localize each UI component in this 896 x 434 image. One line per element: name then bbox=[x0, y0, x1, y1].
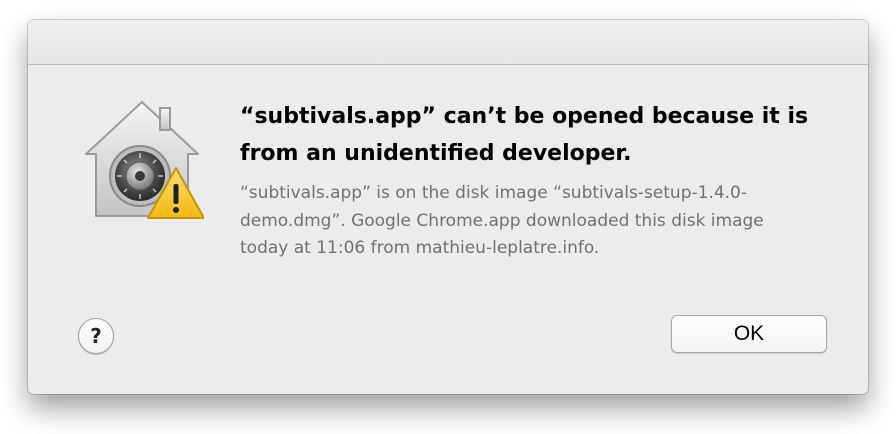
gatekeeper-icon bbox=[80, 98, 205, 222]
ok-button[interactable]: OK bbox=[671, 315, 827, 353]
alert-dialog: “subtivals.app” can’t be opened because … bbox=[28, 20, 868, 394]
help-button[interactable]: ? bbox=[78, 318, 114, 354]
security-house-icon bbox=[85, 101, 205, 219]
dialog-titlebar bbox=[28, 20, 868, 65]
dialog-heading: “subtivals.app” can’t be opened because … bbox=[240, 104, 809, 166]
dialog-message: “subtivals.app” is on the disk image “su… bbox=[240, 183, 764, 258]
